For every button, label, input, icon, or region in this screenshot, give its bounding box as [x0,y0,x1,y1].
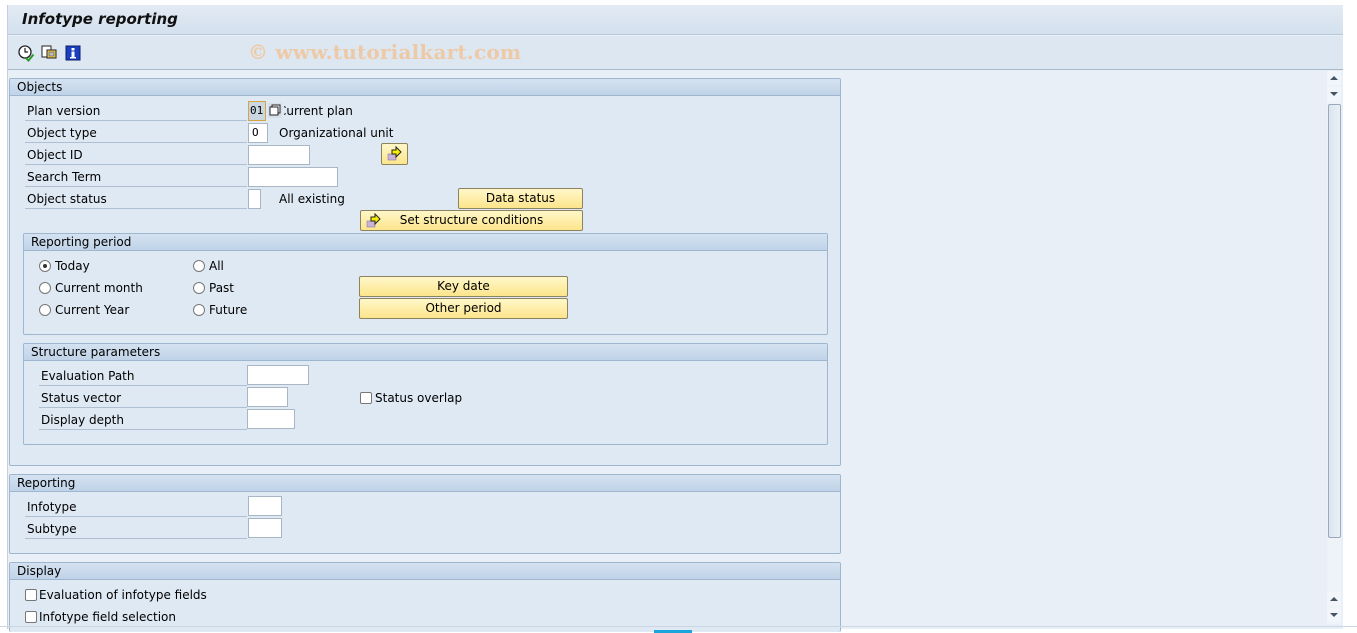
scroll-page-down-button[interactable] [1327,608,1341,622]
display-group-header: Display [10,563,840,580]
sap-window: Infotype reporting © www.tutorialkart.co… [7,5,1343,632]
radio-past[interactable] [193,282,205,294]
radio-today[interactable] [39,260,51,272]
plan-version-label: Plan version [25,101,247,121]
infotype-field-selection-checkbox[interactable] [25,611,37,623]
status-vector-label: Status vector [39,388,247,408]
plan-version-text: Current plan [284,104,353,118]
scroll-up-icon [1330,597,1338,601]
vertical-scrollbar[interactable] [1327,71,1341,624]
radio-past-label[interactable]: Past [209,278,234,298]
scroll-down-icon [1330,92,1338,96]
structure-parameters-header: Structure parameters [24,344,827,361]
status-overlap-label[interactable]: Status overlap [375,388,462,408]
other-period-button[interactable]: Other period [359,298,568,319]
arrow-right-icon [386,145,404,169]
page-title: Infotype reporting [22,10,178,28]
radio-current-year[interactable] [39,304,51,316]
subtype-label: Subtype [25,519,247,539]
radio-all-label[interactable]: All [209,256,224,276]
info-icon[interactable] [64,44,82,62]
object-type-label: Object type [25,123,247,143]
objects-group-header: Objects [10,79,840,96]
evaluation-path-label: Evaluation Path [39,366,247,386]
infotype-label: Infotype [25,497,247,517]
watermark: © www.tutorialkart.com [248,40,522,64]
structure-parameters-group: Structure parameters Evaluation Path Sta… [23,343,828,445]
object-type-field[interactable]: O [248,123,268,143]
subtype-field[interactable] [248,518,282,538]
radio-future[interactable] [193,304,205,316]
reporting-period-header: Reporting period [24,234,827,251]
reporting-group: Reporting Infotype Subtype [9,474,841,554]
title-bar: Infotype reporting [8,5,1343,35]
display-depth-field[interactable] [247,409,295,429]
set-structure-conditions-button[interactable]: Set structure conditions [360,210,583,231]
search-term-label: Search Term [25,167,247,187]
radio-current-month[interactable] [39,282,51,294]
display-group: Display Evaluation of infotype fields In… [9,562,841,632]
data-status-button[interactable]: Data status [458,188,583,209]
selection-options-icon[interactable] [40,44,58,62]
scroll-up-icon [1330,76,1338,80]
radio-all[interactable] [193,260,205,272]
scroll-thumb[interactable] [1328,104,1341,538]
evaluation-path-field[interactable] [247,365,309,385]
radio-current-month-label[interactable]: Current month [55,278,143,298]
status-overlap-checkbox[interactable] [360,392,372,404]
object-id-field[interactable] [248,145,310,165]
scroll-down-button[interactable] [1327,87,1341,101]
object-id-label: Object ID [25,145,247,165]
radio-today-label[interactable]: Today [55,256,90,276]
reporting-period-group: Reporting period Today Current month Cur… [23,233,828,335]
display-depth-label: Display depth [39,410,247,430]
execute-in-background-icon[interactable] [17,44,35,62]
object-type-text: Organizational unit [279,126,394,140]
object-status-field[interactable] [248,189,261,209]
object-status-text: All existing [279,192,345,206]
radio-current-year-label[interactable]: Current Year [55,300,129,320]
evaluation-infotype-fields-label[interactable]: Evaluation of infotype fields [39,585,207,605]
scroll-page-up-button[interactable] [1327,592,1341,606]
object-status-label: Object status [25,189,247,209]
reporting-group-header: Reporting [10,475,840,492]
evaluation-infotype-fields-checkbox[interactable] [25,589,37,601]
plan-version-field[interactable]: 01 [248,101,266,121]
objects-group: Objects Plan version 01 Current plan Obj… [9,78,841,466]
radio-future-label[interactable]: Future [209,300,247,320]
infotype-field[interactable] [248,496,282,516]
object-id-multiple-selection-button[interactable] [381,143,408,165]
scroll-up-button[interactable] [1327,71,1341,85]
infotype-field-selection-label[interactable]: Infotype field selection [39,607,176,627]
status-bar-divider [0,626,1357,627]
scroll-down-icon [1330,613,1338,617]
set-structure-conditions-label: Set structure conditions [399,213,544,227]
application-toolbar: © www.tutorialkart.com [8,36,1343,70]
search-term-field[interactable] [248,167,338,187]
status-vector-field[interactable] [247,387,288,407]
key-date-button[interactable]: Key date [359,276,568,297]
value-help-icon[interactable] [268,103,282,118]
